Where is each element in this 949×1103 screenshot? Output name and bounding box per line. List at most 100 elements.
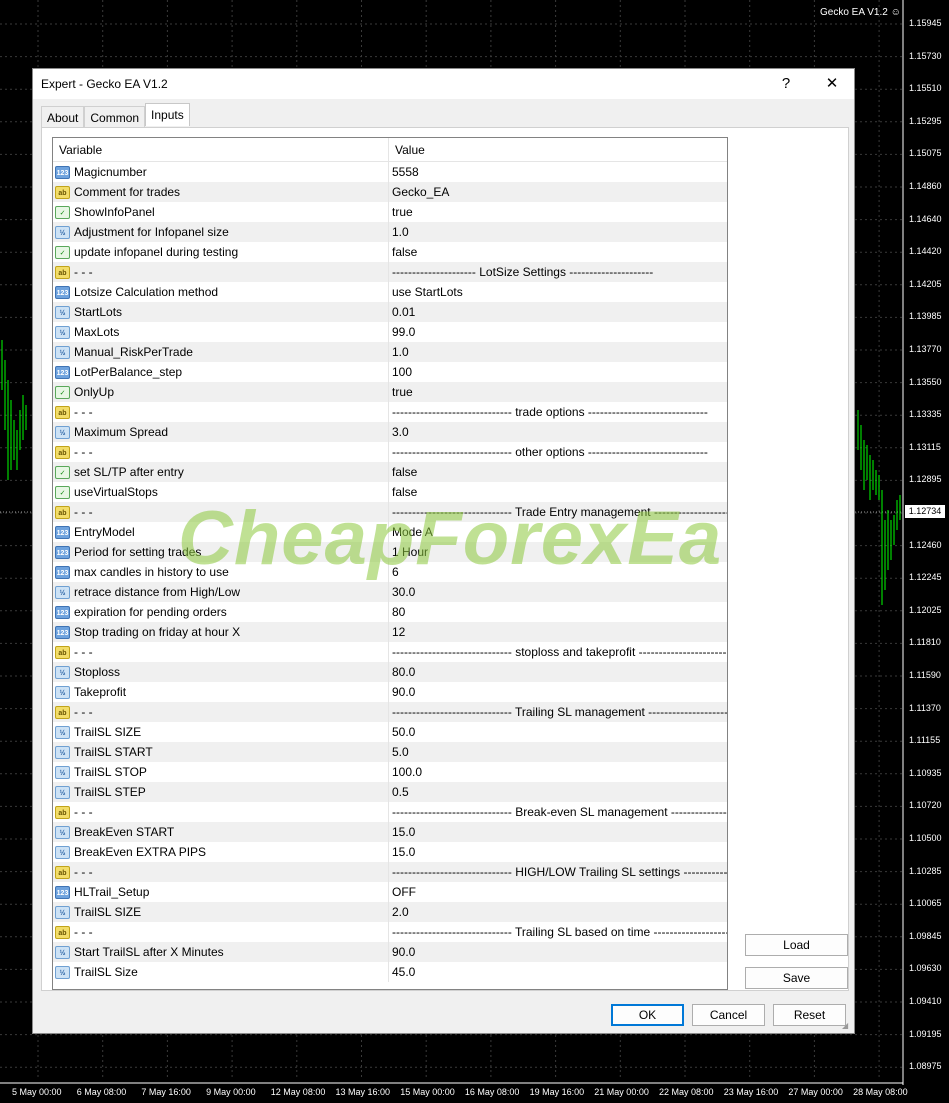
value-cell[interactable]: 90.0 <box>389 682 727 702</box>
value-cell[interactable]: 100 <box>389 362 727 382</box>
tab-inputs[interactable]: Inputs <box>145 103 190 126</box>
table-row[interactable]: ½ retrace distance from High/Low 30.0 <box>53 582 727 602</box>
value-cell[interactable]: 45.0 <box>389 962 727 982</box>
value-cell[interactable]: false <box>389 242 727 262</box>
cancel-button[interactable]: Cancel <box>692 1004 765 1026</box>
table-row[interactable]: ½ BreakEven START 15.0 <box>53 822 727 842</box>
table-row[interactable]: 123 EntryModel Mode A <box>53 522 727 542</box>
table-row[interactable]: ½ TrailSL STEP 0.5 <box>53 782 727 802</box>
table-row[interactable]: ½ Maximum Spread 3.0 <box>53 422 727 442</box>
value-cell[interactable]: 15.0 <box>389 842 727 862</box>
value-cell[interactable]: true <box>389 382 727 402</box>
value-cell[interactable]: ------------------------------ stoploss … <box>389 642 727 662</box>
table-row[interactable]: ½ Takeprofit 90.0 <box>53 682 727 702</box>
value-cell[interactable]: OFF <box>389 882 727 902</box>
price-axis-label: 1.15730 <box>909 50 942 61</box>
ok-button[interactable]: OK <box>611 1004 684 1026</box>
value-cell[interactable]: 6 <box>389 562 727 582</box>
variable-cell: ½ BreakEven EXTRA PIPS <box>53 842 389 862</box>
tab-common[interactable]: Common <box>84 106 146 128</box>
column-header-variable[interactable]: Variable <box>53 138 389 161</box>
value-cell[interactable]: 50.0 <box>389 722 727 742</box>
value-cell[interactable]: 1.0 <box>389 342 727 362</box>
value-cell[interactable]: 100.0 <box>389 762 727 782</box>
table-row[interactable]: ½ BreakEven EXTRA PIPS 15.0 <box>53 842 727 862</box>
table-row[interactable]: 123 Period for setting trades 1 Hour <box>53 542 727 562</box>
table-row[interactable]: ab - - - ------------------------------ HI… <box>53 862 727 882</box>
table-row[interactable]: 123 max candles in history to use 6 <box>53 562 727 582</box>
value-cell[interactable]: 5.0 <box>389 742 727 762</box>
resize-grip-icon[interactable]: ◢ <box>842 1021 852 1031</box>
value-cell[interactable]: Gecko_EA <box>389 182 727 202</box>
value-cell[interactable]: 12 <box>389 622 727 642</box>
table-row[interactable]: 123 Stop trading on friday at hour X 12 <box>53 622 727 642</box>
table-row[interactable]: ½ TrailSL STOP 100.0 <box>53 762 727 782</box>
value-cell[interactable]: use StartLots <box>389 282 727 302</box>
value-cell[interactable]: ------------------------------ Break-eve… <box>389 802 727 822</box>
value-cell[interactable]: 0.01 <box>389 302 727 322</box>
table-row[interactable]: 123 HLTrail_Setup OFF <box>53 882 727 902</box>
table-row[interactable]: ab - - - ------------------------------ Tr… <box>53 922 727 942</box>
column-header-value[interactable]: Value <box>389 138 727 161</box>
dbl-type-icon: ½ <box>55 585 70 599</box>
table-row[interactable]: ½ Stoploss 80.0 <box>53 662 727 682</box>
table-row[interactable]: ab - - - ------------------------------ Tr… <box>53 502 727 522</box>
table-row[interactable]: ½ StartLots 0.01 <box>53 302 727 322</box>
value-cell[interactable]: ------------------------------ Trade Ent… <box>389 502 727 522</box>
value-cell[interactable]: 1 Hour <box>389 542 727 562</box>
table-row[interactable]: ✓ set SL/TP after entry false <box>53 462 727 482</box>
title-bar[interactable]: Expert - Gecko EA V1.2 ? ✕ <box>33 69 854 99</box>
table-row[interactable]: ab - - - ------------------------------ st… <box>53 642 727 662</box>
value-cell[interactable]: ------------------------------ Trailing … <box>389 922 727 942</box>
table-row[interactable]: 123 expiration for pending orders 80 <box>53 602 727 622</box>
table-row[interactable]: ✓ useVirtualStops false <box>53 482 727 502</box>
load-button[interactable]: Load <box>745 934 848 956</box>
value-cell[interactable]: true <box>389 202 727 222</box>
table-row[interactable]: ½ TrailSL SIZE 2.0 <box>53 902 727 922</box>
value-cell[interactable]: 0.5 <box>389 782 727 802</box>
table-row[interactable]: ✓ OnlyUp true <box>53 382 727 402</box>
value-cell[interactable]: 80 <box>389 602 727 622</box>
table-row[interactable]: ½ TrailSL SIZE 50.0 <box>53 722 727 742</box>
value-cell[interactable]: false <box>389 482 727 502</box>
value-cell[interactable]: false <box>389 462 727 482</box>
value-cell[interactable]: 1.0 <box>389 222 727 242</box>
value-cell[interactable]: 90.0 <box>389 942 727 962</box>
table-row[interactable]: ab - - - ------------------------------ Tr… <box>53 702 727 722</box>
table-row[interactable]: 123 Lotsize Calculation method use StartLo… <box>53 282 727 302</box>
table-row[interactable]: ✓ ShowInfoPanel true <box>53 202 727 222</box>
value-cell[interactable]: ------------------------------ Trailing … <box>389 702 727 722</box>
table-row[interactable]: ✓ update infopanel during testing false <box>53 242 727 262</box>
value-cell[interactable]: 99.0 <box>389 322 727 342</box>
value-cell[interactable]: Mode A <box>389 522 727 542</box>
help-button[interactable]: ? <box>771 73 801 95</box>
table-row[interactable]: ab - - - --------------------- LotSize Set… <box>53 262 727 282</box>
value-cell[interactable]: ------------------------------ HIGH/LOW … <box>389 862 727 882</box>
table-row[interactable]: ½ Adjustment for Infopanel size 1.0 <box>53 222 727 242</box>
table-row[interactable]: 123 Magicnumber 5558 <box>53 162 727 182</box>
table-row[interactable]: ab - - - ------------------------------ ot… <box>53 442 727 462</box>
value-cell[interactable]: 30.0 <box>389 582 727 602</box>
value-cell[interactable]: 5558 <box>389 162 727 182</box>
save-button[interactable]: Save <box>745 967 848 989</box>
table-row[interactable]: ab - - - ------------------------------ tr… <box>53 402 727 422</box>
tab-about[interactable]: About <box>41 106 85 128</box>
value-cell[interactable]: 3.0 <box>389 422 727 442</box>
value-cell[interactable]: ------------------------------ other opt… <box>389 442 727 462</box>
table-row[interactable]: ½ TrailSL START 5.0 <box>53 742 727 762</box>
table-row[interactable]: 123 LotPerBalance_step 100 <box>53 362 727 382</box>
table-row[interactable]: ½ Manual_RiskPerTrade 1.0 <box>53 342 727 362</box>
table-row[interactable]: ½ TrailSL Size 45.0 <box>53 962 727 982</box>
reset-button[interactable]: Reset <box>773 1004 846 1026</box>
value-cell[interactable]: 2.0 <box>389 902 727 922</box>
inputs-grid[interactable]: Variable Value 123 Magicnumber 5558 ab Comme… <box>52 137 728 990</box>
table-row[interactable]: ab - - - ------------------------------ Br… <box>53 802 727 822</box>
table-row[interactable]: ab Comment for trades Gecko_EA <box>53 182 727 202</box>
table-row[interactable]: ½ Start TrailSL after X Minutes 90.0 <box>53 942 727 962</box>
value-cell[interactable]: 15.0 <box>389 822 727 842</box>
value-cell[interactable]: ------------------------------ trade opt… <box>389 402 727 422</box>
value-cell[interactable]: 80.0 <box>389 662 727 682</box>
table-row[interactable]: ½ MaxLots 99.0 <box>53 322 727 342</box>
value-cell[interactable]: --------------------- LotSize Settings -… <box>389 262 727 282</box>
close-button[interactable]: ✕ <box>817 73 847 95</box>
